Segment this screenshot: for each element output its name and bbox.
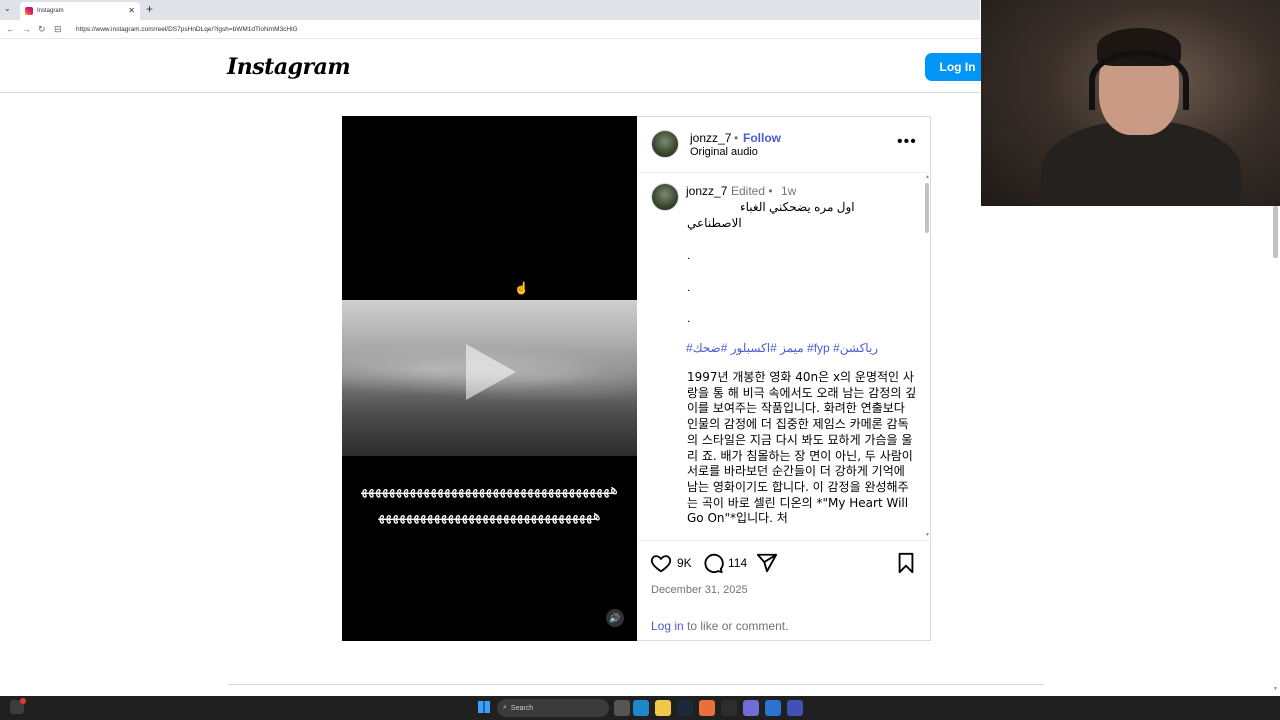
steam-icon[interactable] — [677, 700, 693, 716]
new-tab-icon[interactable]: + — [146, 2, 153, 16]
tab-title: Instagram — [37, 8, 64, 14]
play-icon[interactable] — [466, 344, 516, 400]
mouse-cursor-icon: ☝ — [514, 281, 529, 295]
caption-time[interactable]: 1w — [781, 184, 796, 198]
page-scroll-down-icon[interactable]: ▼ — [1273, 686, 1278, 692]
like-count[interactable]: 9K — [677, 556, 692, 570]
instagram-header: Instagram — [0, 40, 980, 93]
tab-close-icon[interactable]: ✕ — [128, 6, 135, 15]
volume-icon[interactable]: 🔊 — [606, 609, 624, 627]
scroll-up-icon[interactable]: ▲ — [925, 174, 930, 180]
windows-taskbar: ⌕ Search — [0, 696, 1280, 720]
page-scrollbar[interactable]: ▼ — [1271, 206, 1280, 696]
heart-icon[interactable] — [650, 552, 672, 574]
audio-label[interactable]: Original audio — [690, 146, 758, 158]
firefox-icon[interactable] — [699, 700, 715, 716]
share-icon[interactable] — [756, 552, 778, 574]
edge-icon[interactable] — [633, 700, 649, 716]
caption-hashtags[interactable]: #ميمز #اكسبلور #ضحك #fyp #رياكشن — [686, 341, 878, 355]
file-explorer-icon[interactable] — [655, 700, 671, 716]
page-scroll-thumb[interactable] — [1273, 206, 1278, 258]
browser-tabbar: ⌄ Instagram ✕ + — [0, 0, 980, 20]
caption-arabic-line-1: اول مره يضحكني الغباء — [740, 200, 855, 214]
more-icon[interactable]: ••• — [897, 133, 917, 151]
caption-username[interactable]: jonzz_7 — [686, 184, 727, 198]
instagram-favicon-icon — [25, 7, 33, 15]
follow-button[interactable]: Follow — [743, 131, 781, 145]
post-actions: 9K 114 December 31, 2025 Log in to like … — [637, 540, 930, 642]
reel-video[interactable]: ☝ ﻫﻬﻬﻬﻬﻬﻬﻬﻬﻬﻬﻬﻬﻬﻬﻬﻬﻬﻬﻬﻬﻬﻬﻬﻬﻬﻬﻬﻬﻬﻬﻬﻬﻬﻬﻬﻬ … — [342, 116, 637, 641]
instagram-logo[interactable]: Instagram — [227, 54, 351, 80]
login-prompt: Log in to like or comment. — [651, 619, 788, 633]
webcam-headset — [1089, 50, 1189, 110]
caption-korean-text: 1997년 개봉한 영화 40n은 x의 운명적인 사랑을 통 해 비극 속에서… — [687, 370, 917, 526]
caption-scrollbar[interactable]: ▲ ▼ — [924, 174, 930, 540]
author-avatar[interactable] — [651, 130, 679, 158]
video-frame-sea — [342, 300, 637, 456]
taskbar-search[interactable]: ⌕ Search — [497, 699, 609, 717]
widgets-icon[interactable] — [10, 698, 26, 714]
author-username[interactable]: jonzz_7 — [690, 131, 731, 145]
forward-icon[interactable]: → — [22, 24, 32, 34]
comment-icon[interactable] — [702, 552, 724, 574]
url-field[interactable]: https://www.instagram.com/reel/DS7psHnDL… — [76, 26, 298, 33]
taskbar-search-placeholder: Search — [510, 704, 534, 712]
caption-area: jonzz_7 Edited • 1w اول مره يضحكني الغبا… — [637, 174, 930, 540]
post-date[interactable]: December 31, 2025 — [651, 584, 748, 596]
tab-list-chevron-icon[interactable]: ⌄ — [4, 4, 11, 13]
address-bar: ← → ↻ ⊟ https://www.instagram.com/reel/D… — [0, 20, 980, 39]
video-caption-line-2: ﻫﻬﻬﻬﻬﻬﻬﻬﻬﻬﻬﻬﻬﻬﻬﻬﻬﻬﻬﻬﻬﻬﻬﻬﻬﻬﻬﻬﻬﻬﻬﻬ — [378, 506, 601, 524]
windows-start-icon[interactable] — [478, 701, 490, 713]
post-side-panel: jonzz_7 • Follow Original audio ••• jonz… — [637, 116, 931, 641]
content-divider — [228, 684, 1044, 685]
webcam-overlay — [981, 0, 1280, 206]
post-header: jonzz_7 • Follow Original audio ••• — [637, 117, 930, 173]
caption-dot-2: . — [687, 280, 691, 294]
login-prompt-text: to like or comment. — [683, 619, 789, 633]
caption-scroll-thumb[interactable] — [925, 183, 929, 233]
comment-count[interactable]: 114 — [728, 556, 747, 570]
app-icon-indigo[interactable] — [787, 700, 803, 716]
app-icon-blue[interactable] — [765, 700, 781, 716]
caption-dot-3: . — [687, 311, 691, 325]
scroll-down-icon[interactable]: ▼ — [925, 532, 930, 538]
discord-icon[interactable] — [743, 700, 759, 716]
caption-dot-1: . — [687, 248, 691, 262]
reload-icon[interactable]: ↻ — [38, 24, 48, 35]
video-caption-line-1: ﻫﻬﻬﻬﻬﻬﻬﻬﻬﻬﻬﻬﻬﻬﻬﻬﻬﻬﻬﻬﻬﻬﻬﻬﻬﻬﻬﻬﻬﻬﻬﻬﻬﻬﻬﻬﻬ — [361, 480, 618, 498]
taskbar-search-icon: ⌕ — [503, 704, 507, 711]
task-view-icon[interactable] — [614, 700, 630, 716]
app-icon[interactable] — [721, 700, 737, 716]
login-link[interactable]: Log in — [651, 619, 684, 633]
browser-tab[interactable]: Instagram ✕ — [20, 2, 140, 20]
caption-avatar[interactable] — [651, 183, 679, 211]
bookmark-icon[interactable] — [895, 552, 917, 574]
caption-arabic-line-2: الاصطناعي — [687, 216, 742, 230]
back-icon[interactable]: ← — [6, 24, 16, 34]
site-info-icon[interactable]: ⊟ — [54, 24, 64, 35]
separator-dot: • — [734, 131, 739, 145]
caption-edited: Edited • — [731, 184, 773, 198]
